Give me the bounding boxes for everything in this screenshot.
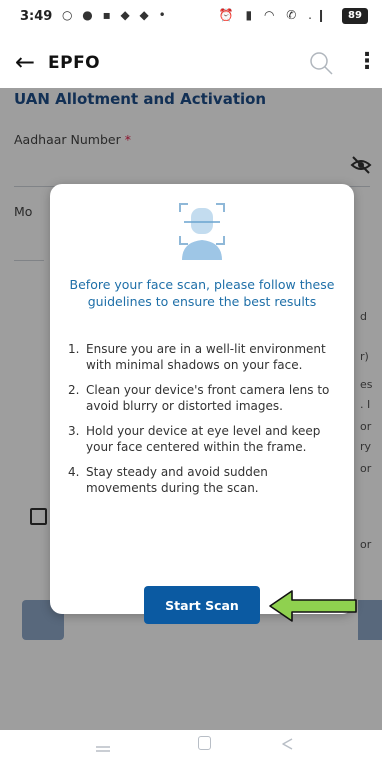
app-title: EPFO (48, 53, 101, 73)
system-nav-bar (0, 730, 382, 758)
guideline-text: Hold your device at eye level and keep y… (86, 424, 321, 454)
dialog-title: Before your face scan, please follow the… (69, 277, 335, 309)
screen: 3:49 ○ ● ▪ ◆ ◆ • ⏰ ▮ ◠ ✆ .❙ 89 ← EPFO ⋮ … (0, 0, 382, 758)
recent-apps-icon[interactable] (96, 738, 110, 752)
app-bar: ← EPFO ⋮ (0, 40, 382, 88)
battery-icon: 89 (342, 8, 368, 24)
guideline-text: Ensure you are in a well-lit environment… (86, 342, 326, 372)
system-status-icons: ⏰ ▮ ◠ ✆ .❙ (218, 8, 330, 22)
start-scan-button[interactable]: Start Scan (144, 586, 260, 624)
guideline-number: 3. (68, 424, 80, 438)
back-arrow-icon[interactable]: ← (10, 48, 40, 78)
guideline-text: Clean your device's front camera lens to… (86, 383, 330, 413)
notification-icons: ○ ● ▪ ◆ ◆ • (62, 8, 169, 22)
guideline-item: 1. Ensure you are in a well-lit environm… (68, 342, 340, 373)
search-icon[interactable] (306, 48, 336, 78)
overflow-menu-icon[interactable]: ⋮ (356, 48, 378, 78)
guideline-item: 2. Clean your device's front camera lens… (68, 383, 340, 414)
back-triangle-icon[interactable] (280, 736, 294, 750)
arrow-left-icon (268, 588, 358, 624)
status-time: 3:49 (20, 9, 53, 24)
guideline-number: 1. (68, 342, 80, 356)
guideline-text: Stay steady and avoid sudden movements d… (86, 465, 268, 495)
guidelines-list: 1. Ensure you are in a well-lit environm… (68, 342, 340, 506)
home-icon[interactable] (198, 736, 211, 750)
face-scan-guidelines-dialog: Before your face scan, please follow the… (50, 184, 354, 624)
guideline-number: 2. (68, 383, 80, 397)
guideline-number: 4. (68, 465, 80, 479)
guideline-item: 4. Stay steady and avoid sudden movement… (68, 465, 340, 496)
guideline-item: 3. Hold your device at eye level and kee… (68, 424, 340, 455)
face-scan-icon (174, 198, 230, 260)
status-bar: 3:49 ○ ● ▪ ◆ ◆ • ⏰ ▮ ◠ ✆ .❙ 89 (0, 0, 382, 36)
